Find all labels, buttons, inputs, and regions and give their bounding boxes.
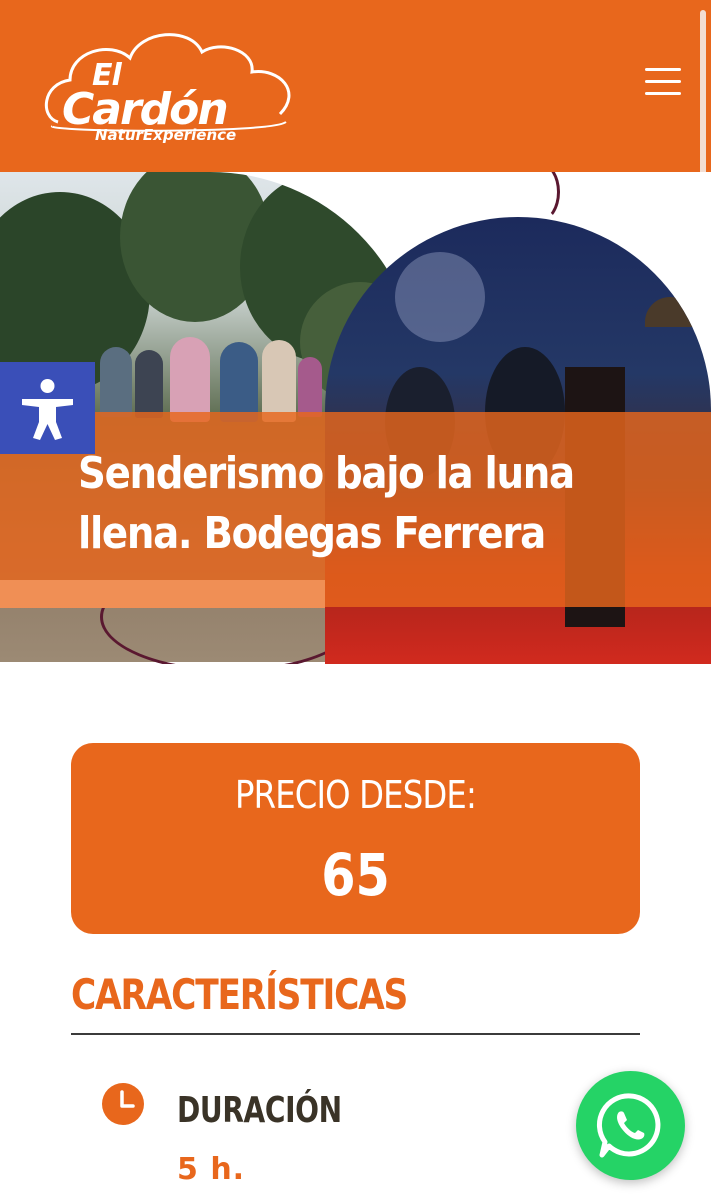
logo-tagline: NaturExperience	[95, 126, 237, 144]
duration-label: DURACIÓN	[177, 1090, 342, 1131]
hero-banner: Senderismo bajo la luna llena. Bodegas F…	[0, 172, 711, 664]
section-divider	[71, 1033, 640, 1035]
whatsapp-icon	[596, 1093, 661, 1158]
page-title: Senderismo bajo la luna llena. Bodegas F…	[78, 448, 575, 559]
title-band-accent	[0, 580, 325, 608]
characteristics-heading: CARACTERÍSTICAS	[71, 970, 408, 1019]
clock-icon	[101, 1082, 145, 1126]
whatsapp-button[interactable]	[576, 1071, 685, 1180]
duration-value: 5 h.	[177, 1152, 246, 1187]
accessibility-button[interactable]	[0, 362, 95, 454]
hamburger-menu-icon[interactable]	[645, 68, 687, 98]
site-header: El Cardón NaturExperience	[0, 0, 711, 172]
price-value: 65	[321, 841, 390, 909]
price-box: PRECIO DESDE: 65	[71, 743, 640, 934]
price-label: PRECIO DESDE:	[234, 773, 477, 817]
site-logo[interactable]: El Cardón NaturExperience	[40, 22, 302, 148]
accessibility-person-icon	[22, 379, 73, 440]
